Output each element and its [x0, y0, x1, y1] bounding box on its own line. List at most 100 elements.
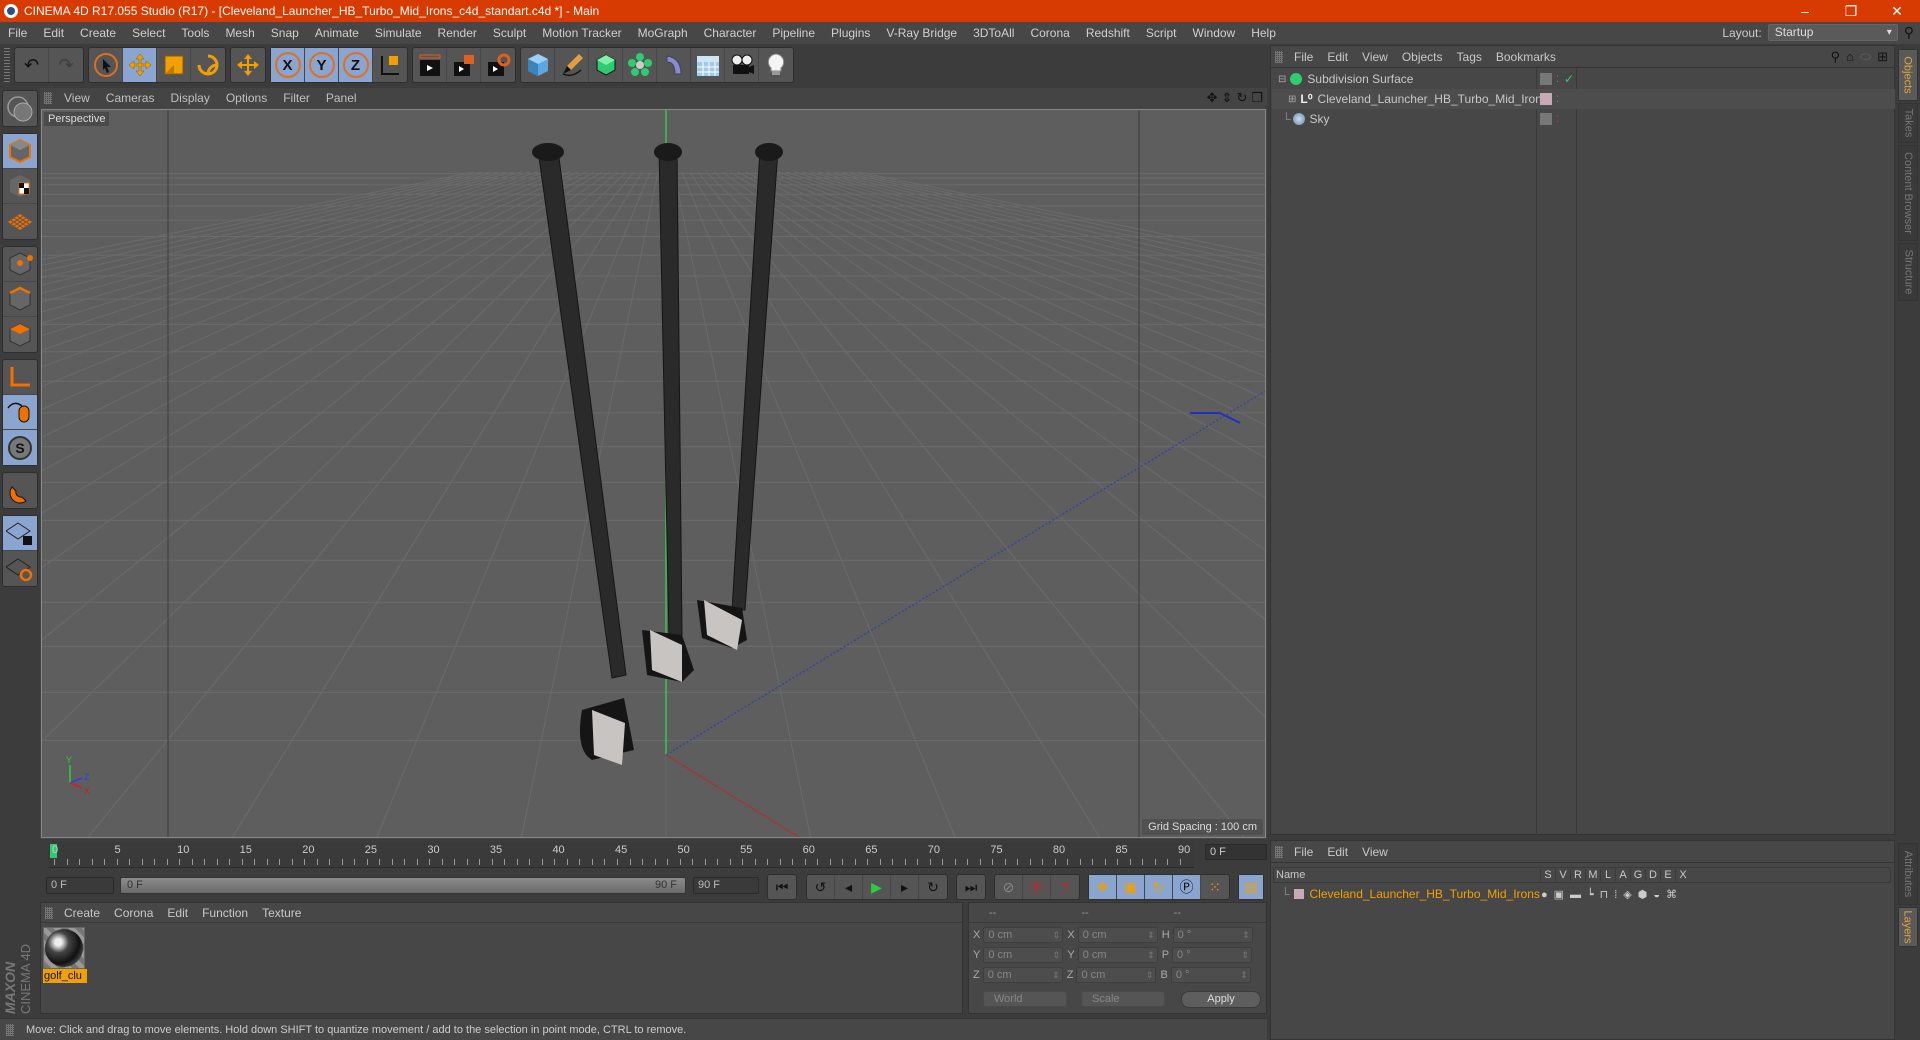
menu-filter[interactable]: Filter — [275, 91, 318, 105]
record-keys-button[interactable]: ⊘ — [995, 875, 1023, 899]
menu-pipeline[interactable]: Pipeline — [764, 26, 823, 40]
layer-column-s[interactable]: S — [1540, 869, 1555, 881]
tab-takes[interactable]: Takes — [1898, 103, 1918, 143]
coordinate-field[interactable]: 0 cm — [1077, 927, 1158, 943]
coordinate-mode-dropdown[interactable]: World — [983, 991, 1067, 1007]
visibility-dots[interactable]: ⁚ — [1556, 114, 1559, 125]
model-mode-button[interactable] — [3, 134, 37, 169]
edges-mode-button[interactable] — [3, 282, 37, 317]
menu-create[interactable]: Create — [57, 906, 107, 920]
menu-v-ray-bridge[interactable]: V-Ray Bridge — [878, 26, 965, 40]
tab-content-browser[interactable]: Content Browser — [1898, 145, 1918, 241]
panel-grip[interactable] — [45, 906, 53, 919]
collapse-icon[interactable]: ⊟ — [1278, 74, 1286, 85]
enabled-check[interactable]: ✓ — [1564, 72, 1574, 86]
rotate-button[interactable] — [191, 48, 225, 82]
golf-club-3[interactable] — [697, 143, 783, 650]
perspective-viewport[interactable]: Perspective Y Z X Grid Spacing: 100 cm — [41, 109, 1266, 838]
menu-redshift[interactable]: Redshift — [1078, 26, 1138, 40]
timeline-layout-button[interactable]: ▤ — [1239, 875, 1263, 899]
go-to-previous-key-button[interactable]: ↺ — [807, 875, 835, 899]
menu-corona[interactable]: Corona — [107, 906, 160, 920]
move-button[interactable] — [123, 48, 157, 82]
coordinate-field[interactable]: 0 cm — [1076, 967, 1157, 983]
tweak-mode-button[interactable] — [3, 395, 37, 430]
layer-column-m[interactable]: M — [1585, 869, 1600, 881]
subdivision-button[interactable] — [589, 48, 623, 82]
menu-mesh[interactable]: Mesh — [217, 26, 262, 40]
snap-button[interactable] — [3, 473, 37, 508]
menu-texture[interactable]: Texture — [255, 906, 308, 920]
menu-file[interactable]: File — [1287, 845, 1320, 859]
deformer-button[interactable] — [657, 48, 691, 82]
menu-edit[interactable]: Edit — [1320, 50, 1355, 64]
material-swatch[interactable]: golf_clu — [43, 927, 87, 983]
key-rotation-button[interactable]: ↻ — [1145, 875, 1173, 899]
edit-render-toggle[interactable] — [1540, 73, 1552, 85]
layer-column-x[interactable]: X — [1675, 869, 1690, 881]
coordinate-field[interactable]: 0 ° — [1170, 967, 1251, 983]
render-settings-button[interactable] — [481, 48, 515, 82]
polygons-mode-button[interactable] — [3, 317, 37, 352]
menu-view[interactable]: View — [56, 91, 98, 105]
light-button[interactable] — [759, 48, 793, 82]
rotate-view-icon[interactable]: ↻ — [1236, 90, 1247, 106]
menu-cameras[interactable]: Cameras — [98, 91, 163, 105]
tab-structure[interactable]: Structure — [1898, 243, 1918, 301]
viewport-camera-label[interactable]: Perspective — [44, 112, 110, 126]
minimize-button[interactable]: – — [1782, 0, 1828, 22]
menu-tools[interactable]: Tools — [173, 26, 217, 40]
y-axis-button[interactable]: Y — [305, 48, 339, 82]
frame-range-slider[interactable]: 0 F 90 F — [120, 877, 686, 894]
menu-options[interactable]: Options — [218, 91, 275, 105]
menu-corona[interactable]: Corona — [1022, 26, 1077, 40]
toolbar-grip[interactable] — [4, 48, 10, 82]
coordinate-field[interactable]: 0 cm — [983, 947, 1064, 963]
layer-color-swatch[interactable] — [1293, 889, 1304, 899]
go-to-start-button[interactable]: ⏮ — [768, 875, 796, 899]
menu-render[interactable]: Render — [430, 26, 485, 40]
next-frame-button[interactable]: ▸ — [891, 875, 919, 899]
menu-edit[interactable]: Edit — [35, 26, 72, 40]
start-frame-field[interactable]: 0 F — [46, 877, 114, 894]
play-button[interactable]: ▶ — [863, 875, 891, 899]
menu-edit[interactable]: Edit — [1320, 845, 1355, 859]
coordinate-system-button[interactable] — [373, 48, 407, 82]
object-row[interactable]: ⊞ L⁰ Cleveland_Launcher_HB_Turbo_Mid_Iro… — [1272, 89, 1895, 109]
new-panel-icon[interactable]: ⊞ — [1877, 49, 1888, 65]
search-icon[interactable]: ⚲ — [1904, 24, 1914, 41]
menu-bookmarks[interactable]: Bookmarks — [1489, 50, 1563, 64]
end-frame-field[interactable]: 90 F — [693, 877, 759, 894]
menu-create[interactable]: Create — [72, 26, 124, 40]
mograph-cloner-button[interactable] — [623, 48, 657, 82]
toggle-panel-icon[interactable]: ❐ — [1251, 90, 1263, 106]
previous-frame-button[interactable]: ◂ — [835, 875, 863, 899]
visibility-dots[interactable]: ⁚ — [1556, 74, 1559, 85]
layer-color-swatch[interactable] — [1540, 93, 1552, 105]
layer-column-d[interactable]: D — [1645, 869, 1660, 881]
menu-objects[interactable]: Objects — [1395, 50, 1450, 64]
live-selection-button[interactable] — [89, 48, 123, 82]
redo-button[interactable]: ↷ — [49, 48, 83, 82]
timeline-ruler[interactable]: 0 5 10 15 20 25 30 35 40 45 50 55 60 65 70 75 80 85 90 — [48, 842, 1194, 868]
panel-grip[interactable] — [1275, 845, 1283, 858]
menu-mograph[interactable]: MoGraph — [630, 26, 696, 40]
menu-function[interactable]: Function — [195, 906, 255, 920]
home-icon[interactable]: ⌂ — [1846, 49, 1854, 65]
key-scale-button[interactable]: ▣ — [1117, 875, 1145, 899]
layout-dropdown[interactable]: Startup — [1767, 24, 1898, 41]
render-view-button[interactable] — [413, 48, 447, 82]
close-button[interactable]: ✕ — [1874, 0, 1920, 22]
coordinate-field[interactable]: 0 ° — [1172, 947, 1253, 963]
current-frame-field[interactable]: 0 F — [1205, 844, 1267, 860]
layer-column-r[interactable]: R — [1570, 869, 1585, 881]
axis-mode-button[interactable] — [3, 360, 37, 395]
menu-animate[interactable]: Animate — [307, 26, 367, 40]
apply-button[interactable]: Apply — [1181, 991, 1261, 1008]
menu-panel[interactable]: Panel — [318, 91, 365, 105]
panel-grip[interactable] — [44, 92, 52, 104]
menu-display[interactable]: Display — [162, 91, 217, 105]
layer-column-l[interactable]: L — [1600, 869, 1615, 881]
menu-window[interactable]: Window — [1185, 26, 1244, 40]
menu-select[interactable]: Select — [124, 26, 173, 40]
